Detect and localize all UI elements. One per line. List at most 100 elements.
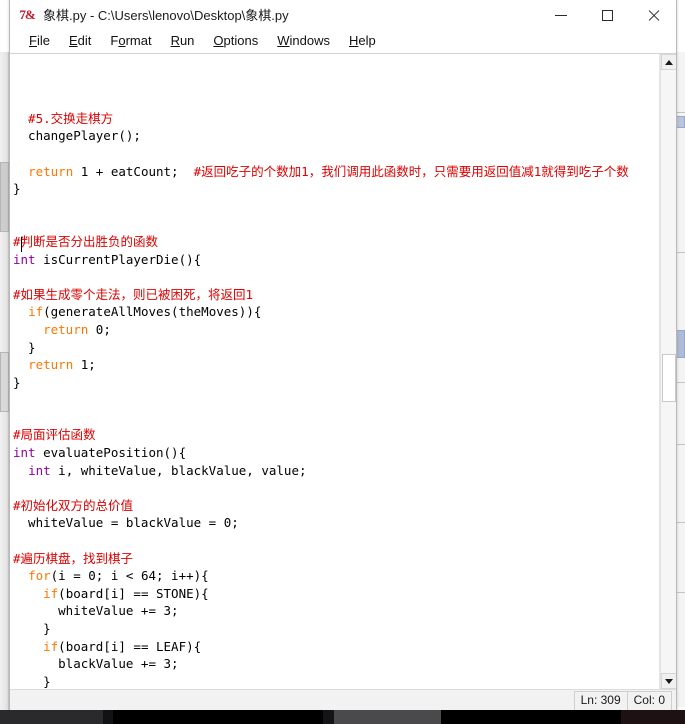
menu-item-options[interactable]: Options bbox=[204, 32, 268, 51]
menu-mnemonic: E bbox=[68, 33, 78, 48]
code-token-plain: (generateAllMoves(theMoves)){ bbox=[43, 304, 262, 320]
code-token-kw: if bbox=[28, 304, 44, 320]
taskbar-item-active[interactable] bbox=[334, 710, 441, 724]
code-line: #遍历棋盘，找到棋子 bbox=[13, 550, 659, 568]
menu-mnemonic: O bbox=[213, 33, 224, 48]
status-column-number: Col: 0 bbox=[626, 690, 672, 711]
scroll-down-arrow[interactable] bbox=[661, 673, 676, 689]
editor-area: #5.交换走棋方 changePlayer(); return 1 + eatC… bbox=[10, 54, 676, 689]
code-token-cmt: #如果生成零个走法，则已被困死，将返回1 bbox=[13, 286, 254, 302]
code-token-plain: (i = 0; i < 64; i++){ bbox=[50, 568, 209, 584]
code-token-cmt: #局面评估函数 bbox=[13, 427, 96, 443]
menu-mnemonic: R bbox=[170, 33, 180, 48]
code-token-plain: whiteValue = blackValue = 0; bbox=[13, 515, 239, 531]
menu-mnemonic: H bbox=[349, 33, 359, 48]
code-token-plain: } bbox=[13, 181, 21, 197]
code-line: } bbox=[13, 180, 659, 198]
code-token-cmt: #判断是否分出胜负的函数 bbox=[13, 233, 159, 249]
code-token-kw: return bbox=[28, 357, 74, 373]
taskbar-item-1[interactable] bbox=[113, 710, 323, 724]
background-left-scroll-thumb[interactable] bbox=[0, 162, 9, 232]
menu-item-format[interactable]: Format bbox=[101, 32, 161, 51]
code-line: #初始化双方的总价值 bbox=[13, 497, 659, 515]
taskbar-item-2[interactable] bbox=[441, 710, 621, 724]
code-line: for(i = 0; i < 64; i++){ bbox=[13, 567, 659, 585]
scrollbar-thumb[interactable] bbox=[662, 354, 676, 402]
close-button[interactable] bbox=[630, 0, 676, 30]
code-line: } bbox=[13, 673, 659, 689]
code-token-cmt: #初始化双方的总价值 bbox=[13, 497, 134, 513]
taskbar-segment[interactable] bbox=[0, 710, 103, 724]
scroll-up-arrow[interactable] bbox=[661, 54, 676, 70]
idle-editor-window: 7& 象棋.py - C:\Users\lenovo\Desktop\象棋.py… bbox=[9, 0, 677, 712]
code-token-plain: changePlayer(); bbox=[13, 128, 141, 144]
code-line: whiteValue += 3; bbox=[13, 602, 659, 620]
minimize-icon bbox=[555, 14, 567, 16]
menu-item-file[interactable]: File bbox=[20, 32, 60, 51]
title-bar[interactable]: 7& 象棋.py - C:\Users\lenovo\Desktop\象棋.py bbox=[10, 0, 676, 30]
code-token-kw: if bbox=[43, 638, 59, 654]
editor-vertical-scrollbar[interactable] bbox=[660, 54, 676, 689]
code-line: changePlayer(); bbox=[13, 127, 659, 145]
code-line: int evaluatePosition(){ bbox=[13, 444, 659, 462]
code-token-type: int bbox=[13, 445, 36, 461]
code-token-plain: (board[i] == STONE){ bbox=[58, 585, 209, 601]
code-line: #判断是否分出胜负的函数 bbox=[13, 233, 659, 251]
code-line: if(board[i] == LEAF){ bbox=[13, 638, 659, 656]
code-token-cmt: #返回吃子的个数加1，我们调用此函数时，只需要用返回值减1就得到吃子个数 bbox=[193, 163, 629, 179]
code-line: whiteValue = blackValue = 0; bbox=[13, 514, 659, 532]
code-token-plain: isCurrentPlayerDie(){ bbox=[35, 251, 202, 267]
menu-item-windows[interactable]: Windows bbox=[268, 32, 340, 51]
menu-item-run[interactable]: Run bbox=[162, 32, 205, 51]
code-token-plain: } bbox=[13, 374, 21, 390]
background-left-scrollbar[interactable] bbox=[0, 52, 9, 712]
code-token-kw: if bbox=[43, 585, 59, 601]
minimize-button[interactable] bbox=[538, 0, 584, 30]
code-token-plain: 1; bbox=[73, 357, 96, 373]
code-token-plain: 0; bbox=[88, 321, 111, 337]
menu-item-edit[interactable]: Edit bbox=[60, 32, 101, 51]
code-line: #如果生成零个走法，则已被困死，将返回1 bbox=[13, 286, 659, 304]
code-line: return 0; bbox=[13, 321, 659, 339]
menu-item-help[interactable]: Help bbox=[340, 32, 386, 51]
code-token-plain: (board[i] == LEAF){ bbox=[58, 638, 202, 654]
taskbar-item-3[interactable] bbox=[621, 710, 685, 724]
code-token-plain: } bbox=[13, 339, 36, 355]
code-line: int i, whiteValue, blackValue, value; bbox=[13, 462, 659, 480]
idle-python-icon: 7& bbox=[19, 6, 35, 22]
code-line: return 1 + eatCount; #返回吃子的个数加1，我们调用此函数时… bbox=[13, 163, 659, 181]
code-line: int isCurrentPlayerDie(){ bbox=[13, 251, 659, 269]
code-token-kw: return bbox=[28, 163, 74, 179]
window-controls bbox=[538, 0, 676, 30]
code-line: #局面评估函数 bbox=[13, 426, 659, 444]
code-token-kw: return bbox=[43, 321, 89, 337]
code-token-plain: } bbox=[13, 621, 51, 636]
menu-mnemonic: W bbox=[277, 33, 290, 48]
os-taskbar[interactable] bbox=[0, 710, 685, 724]
text-caret bbox=[21, 237, 22, 252]
chevron-up-icon bbox=[665, 59, 673, 65]
code-text-area[interactable]: #5.交换走棋方 changePlayer(); return 1 + eatC… bbox=[10, 54, 660, 689]
taskbar-segment[interactable] bbox=[103, 710, 113, 724]
menu-mnemonic: o bbox=[118, 33, 126, 48]
maximize-button[interactable] bbox=[584, 0, 630, 30]
code-token-cmt: #5.交换走棋方 bbox=[13, 110, 114, 126]
code-line: if(board[i] == STONE){ bbox=[13, 585, 659, 603]
code-line: blackValue += 3; bbox=[13, 655, 659, 673]
background-left-scroll-thumb-2[interactable] bbox=[0, 352, 9, 412]
code-token-plain: blackValue += 3; bbox=[13, 656, 179, 672]
status-line-number: Ln: 309 bbox=[573, 690, 628, 711]
desktop-background: # } #判int#如 } #局int #初 #遍fiw}ib}}#计v r} … bbox=[0, 0, 685, 724]
